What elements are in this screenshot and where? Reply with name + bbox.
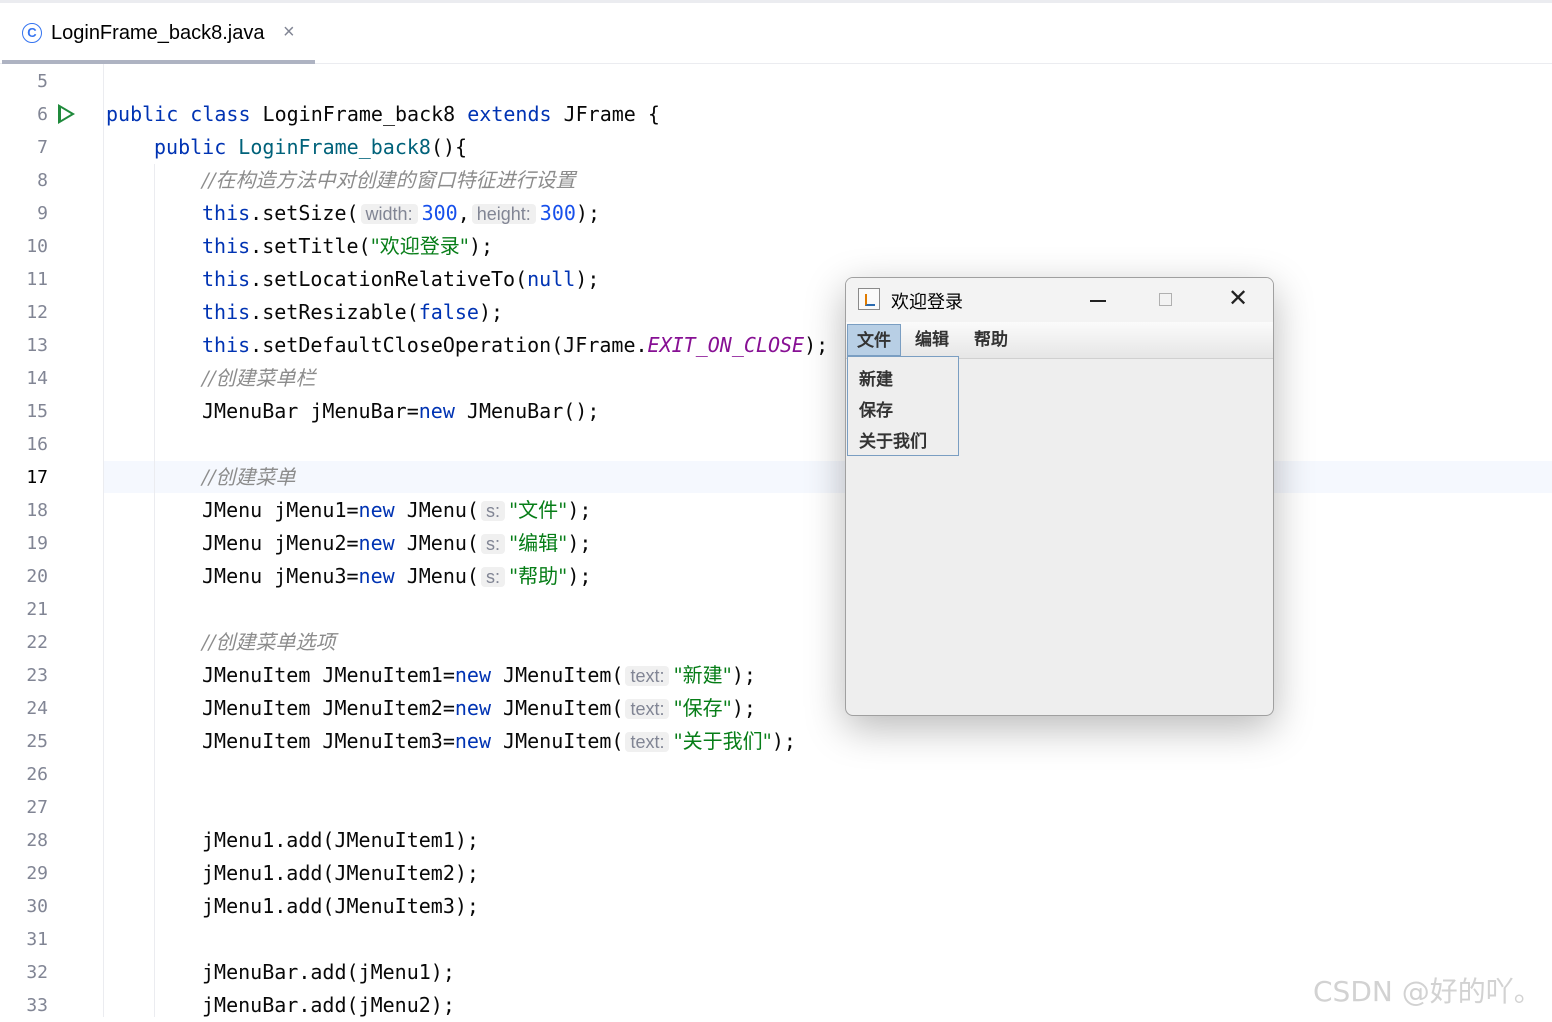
code-line-14[interactable]: //创建菜单栏 xyxy=(202,362,315,395)
run-icon[interactable] xyxy=(58,104,75,124)
menu-file[interactable]: 文件 xyxy=(847,324,901,356)
menu-item-new[interactable]: 新建 xyxy=(859,365,893,390)
indent-guide xyxy=(154,164,155,1017)
code-line-8[interactable]: //在构造方法中对创建的窗口特征进行设置 xyxy=(202,164,575,197)
line-number: 16 xyxy=(26,434,48,455)
line-number: 6 xyxy=(37,104,48,125)
line-number: 5 xyxy=(37,71,48,92)
minimize-icon[interactable] xyxy=(1090,300,1106,302)
code-line-22[interactable]: //创建菜单选项 xyxy=(202,626,335,659)
code-line-7[interactable]: public LoginFrame_back8(){ xyxy=(154,131,467,164)
line-number: 12 xyxy=(26,302,48,323)
code-line-11[interactable]: this.setLocationRelativeTo(null); xyxy=(202,263,599,296)
menu-item-about[interactable]: 关于我们 xyxy=(859,427,927,452)
menu-edit[interactable]: 编辑 xyxy=(906,324,958,356)
line-number: 23 xyxy=(26,665,48,686)
param-hint: text: xyxy=(625,666,670,686)
line-number: 8 xyxy=(37,170,48,191)
maximize-icon[interactable] xyxy=(1159,293,1172,306)
close-icon[interactable]: ✕ xyxy=(1228,285,1248,313)
param-hint: height: xyxy=(471,204,536,224)
param-hint: width: xyxy=(360,204,418,224)
code-line-18[interactable]: JMenu jMenu1=new JMenu(s: "文件"); xyxy=(202,494,591,527)
line-number: 9 xyxy=(37,203,48,224)
param-hint: s: xyxy=(480,567,505,587)
code-line-12[interactable]: this.setResizable(false); xyxy=(202,296,503,329)
code-line-6[interactable]: public class LoginFrame_back8 extends JF… xyxy=(106,98,660,131)
code-line-15[interactable]: JMenuBar jMenuBar=new JMenuBar(); xyxy=(202,395,599,428)
line-number: 30 xyxy=(26,896,48,917)
code-line-23[interactable]: JMenuItem JMenuItem1=new JMenuItem(text:… xyxy=(202,659,756,692)
line-number: 21 xyxy=(26,599,48,620)
param-hint: s: xyxy=(480,534,505,554)
line-number: 33 xyxy=(26,995,48,1016)
line-number: 20 xyxy=(26,566,48,587)
editor-tab-bar: C LoginFrame_back8.java × xyxy=(0,0,1552,64)
tab-title: LoginFrame_back8.java xyxy=(51,22,265,44)
code-line-20[interactable]: JMenu jMenu3=new JMenu(s: "帮助"); xyxy=(202,560,591,593)
line-number: 15 xyxy=(26,401,48,422)
line-number: 7 xyxy=(37,137,48,158)
code-line-24[interactable]: JMenuItem JMenuItem2=new JMenuItem(text:… xyxy=(202,692,756,725)
code-line-9[interactable]: this.setSize(width: 300, height: 300); xyxy=(202,197,600,230)
file-menu-popup: 新建 保存 关于我们 xyxy=(847,356,959,456)
watermark: CSDN @好的吖。 xyxy=(1313,975,1542,1008)
line-number: 14 xyxy=(26,368,48,389)
menu-item-save[interactable]: 保存 xyxy=(859,396,893,421)
code-line-25[interactable]: JMenuItem JMenuItem3=new JMenuItem(text:… xyxy=(202,725,796,758)
java-app-icon xyxy=(858,288,880,310)
line-number: 26 xyxy=(26,764,48,785)
code-line-13[interactable]: this.setDefaultCloseOperation(JFrame.EXI… xyxy=(202,329,828,362)
swing-window[interactable]: 欢迎登录 ✕ 文件 编辑 帮助 新建 保存 关于我们 xyxy=(845,277,1274,716)
code-line-17[interactable]: //创建菜单 xyxy=(202,461,295,494)
code-line-32[interactable]: jMenuBar.add(jMenu1); xyxy=(202,956,455,989)
window-title-bar[interactable]: 欢迎登录 ✕ xyxy=(846,278,1273,322)
line-number: 10 xyxy=(26,236,48,257)
line-number: 27 xyxy=(26,797,48,818)
line-number: 11 xyxy=(26,269,48,290)
line-number: 22 xyxy=(26,632,48,653)
editor-tab[interactable]: C LoginFrame_back8.java × xyxy=(2,3,315,64)
class-icon: C xyxy=(22,23,42,43)
close-tab-icon[interactable]: × xyxy=(283,21,295,44)
menu-help[interactable]: 帮助 xyxy=(965,324,1017,356)
param-hint: text: xyxy=(625,732,670,752)
line-number: 25 xyxy=(26,731,48,752)
code-line-10[interactable]: this.setTitle("欢迎登录"); xyxy=(202,230,493,263)
code-line-28[interactable]: jMenu1.add(JMenuItem1); xyxy=(202,824,479,857)
param-hint: text: xyxy=(625,699,670,719)
code-line-19[interactable]: JMenu jMenu2=new JMenu(s: "编辑"); xyxy=(202,527,591,560)
line-number: 24 xyxy=(26,698,48,719)
window-title: 欢迎登录 xyxy=(891,292,963,313)
code-line-33[interactable]: jMenuBar.add(jMenu2); xyxy=(202,989,455,1022)
menu-bar: 文件 编辑 帮助 xyxy=(846,322,1273,359)
line-number: 31 xyxy=(26,929,48,950)
param-hint: s: xyxy=(480,501,505,521)
line-number: 17 xyxy=(26,467,48,488)
line-number: 32 xyxy=(26,962,48,983)
line-number: 28 xyxy=(26,830,48,851)
code-line-29[interactable]: jMenu1.add(JMenuItem2); xyxy=(202,857,479,890)
line-number: 19 xyxy=(26,533,48,554)
line-number: 29 xyxy=(26,863,48,884)
code-line-30[interactable]: jMenu1.add(JMenuItem3); xyxy=(202,890,479,923)
line-number: 18 xyxy=(26,500,48,521)
line-number: 13 xyxy=(26,335,48,356)
